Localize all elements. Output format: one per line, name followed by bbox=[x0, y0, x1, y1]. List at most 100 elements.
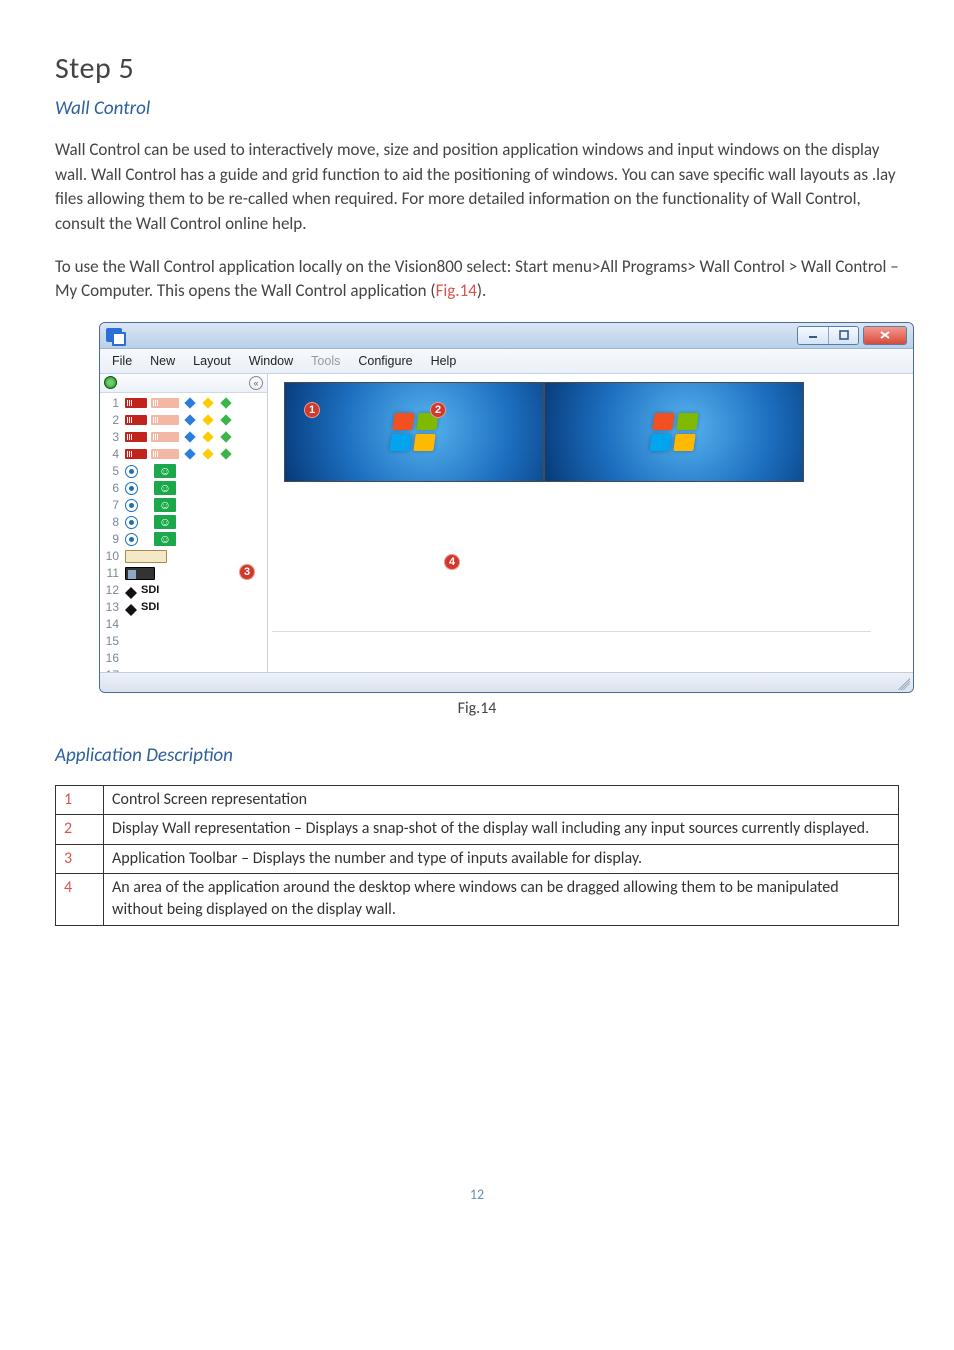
row-num: 4 bbox=[103, 447, 121, 461]
source-row[interactable]: 12 SDI bbox=[100, 582, 267, 599]
cell-desc: An area of the application around the de… bbox=[104, 874, 899, 926]
source-row[interactable]: 1 bbox=[100, 395, 267, 412]
menu-window[interactable]: Window bbox=[241, 352, 301, 370]
diamond-icon bbox=[220, 449, 231, 460]
screen-2[interactable] bbox=[544, 382, 804, 482]
cell-desc: Display Wall representation – Displays a… bbox=[104, 815, 899, 844]
sdi-icon bbox=[125, 581, 137, 593]
maximize-button[interactable] bbox=[828, 327, 858, 344]
pill-icon bbox=[125, 567, 155, 580]
scale-icon bbox=[125, 449, 147, 459]
table-row: 1 Control Screen representation bbox=[56, 785, 899, 814]
figure-14: File New Layout Window Tools Configure H… bbox=[99, 322, 914, 693]
paragraph-1: Wall Control can be used to interactivel… bbox=[55, 138, 899, 237]
source-row[interactable]: 5 bbox=[100, 463, 267, 480]
page-number: 12 bbox=[55, 1186, 899, 1203]
scale-icon bbox=[125, 432, 147, 442]
display-wall[interactable] bbox=[284, 382, 865, 482]
row-num: 6 bbox=[103, 481, 121, 495]
status-dot-icon bbox=[104, 376, 117, 389]
source-row[interactable]: 10 bbox=[100, 548, 267, 565]
status-bar bbox=[100, 672, 913, 692]
bullseye-icon bbox=[125, 499, 138, 512]
toolbar-header[interactable]: « bbox=[100, 374, 267, 393]
scale-icon bbox=[151, 432, 179, 442]
window-controls bbox=[793, 326, 907, 345]
face-icon bbox=[154, 532, 176, 546]
diamond-icon bbox=[202, 432, 213, 443]
diamond-icon bbox=[220, 432, 231, 443]
wall-canvas[interactable]: 1 2 4 bbox=[268, 374, 913, 672]
diamond-icon bbox=[184, 415, 195, 426]
bullseye-icon bbox=[125, 482, 138, 495]
source-row[interactable]: 9 bbox=[100, 531, 267, 548]
callout-2: 2 bbox=[430, 402, 446, 418]
row-num: 2 bbox=[103, 413, 121, 427]
cell-desc: Control Screen representation bbox=[104, 785, 899, 814]
row-num: 11 bbox=[103, 566, 121, 580]
close-button[interactable] bbox=[864, 327, 906, 344]
source-row[interactable]: 2 bbox=[100, 412, 267, 429]
bullseye-icon bbox=[125, 465, 138, 478]
row-num: 13 bbox=[103, 600, 121, 614]
menu-layout[interactable]: Layout bbox=[185, 352, 239, 370]
menu-new[interactable]: New bbox=[142, 352, 183, 370]
row-num: 3 bbox=[103, 430, 121, 444]
row-num: 15 bbox=[103, 634, 121, 648]
source-row[interactable]: 7 bbox=[100, 497, 267, 514]
description-table: 1 Control Screen representation 2 Displa… bbox=[55, 785, 899, 926]
menu-file[interactable]: File bbox=[104, 352, 140, 370]
paragraph-2b: ). bbox=[477, 280, 486, 301]
collapse-icon[interactable]: « bbox=[249, 376, 263, 390]
diamond-icon bbox=[220, 398, 231, 409]
window-body: « 1 2 3 4 5 6 7 8 9 10 11 12SDI 13SDI 14 bbox=[100, 374, 913, 672]
app-window: File New Layout Window Tools Configure H… bbox=[99, 322, 914, 693]
row-num: 8 bbox=[103, 515, 121, 529]
section-app-description: Application Description bbox=[55, 744, 899, 767]
source-row[interactable]: 3 bbox=[100, 429, 267, 446]
scale-icon bbox=[125, 398, 147, 408]
sdi-label: SDI bbox=[141, 584, 159, 596]
source-row[interactable]: 13 SDI bbox=[100, 599, 267, 616]
menu-tools[interactable]: Tools bbox=[303, 352, 348, 370]
diamond-icon bbox=[184, 432, 195, 443]
callout-3: 3 bbox=[239, 564, 255, 580]
table-row: 3 Application Toolbar – Displays the num… bbox=[56, 844, 899, 873]
toolbar-rows: 1 2 3 4 5 6 7 8 9 10 11 12SDI 13SDI 14 1… bbox=[100, 393, 267, 672]
window-titlebar[interactable] bbox=[100, 323, 913, 349]
diamond-icon bbox=[202, 415, 213, 426]
table-row: 4 An area of the application around the … bbox=[56, 874, 899, 926]
fig-ref-14: Fig.14 bbox=[436, 280, 477, 301]
minimize-button[interactable] bbox=[798, 327, 828, 344]
figure-caption: Fig.14 bbox=[55, 699, 899, 718]
face-icon bbox=[154, 515, 176, 529]
source-row[interactable]: 8 bbox=[100, 514, 267, 531]
source-row[interactable]: 16 bbox=[100, 650, 267, 667]
source-row[interactable]: 15 bbox=[100, 633, 267, 650]
canvas-divider bbox=[272, 631, 871, 632]
screen-1[interactable] bbox=[284, 382, 544, 482]
row-num: 7 bbox=[103, 498, 121, 512]
menu-bar: File New Layout Window Tools Configure H… bbox=[100, 349, 913, 374]
callout-1: 1 bbox=[304, 402, 320, 418]
menu-help[interactable]: Help bbox=[423, 352, 465, 370]
diamond-icon bbox=[220, 415, 231, 426]
sdi-label: SDI bbox=[141, 601, 159, 613]
paragraph-2: To use the Wall Control application loca… bbox=[55, 255, 899, 304]
pill-icon bbox=[125, 550, 167, 563]
scale-icon bbox=[151, 398, 179, 408]
diamond-icon bbox=[202, 449, 213, 460]
table-row: 2 Display Wall representation – Displays… bbox=[56, 815, 899, 844]
cell-num: 4 bbox=[56, 874, 104, 926]
row-num: 12 bbox=[103, 583, 121, 597]
row-num: 9 bbox=[103, 532, 121, 546]
section-wall-control: Wall Control bbox=[55, 97, 899, 120]
cell-num: 2 bbox=[56, 815, 104, 844]
source-row[interactable]: 6 bbox=[100, 480, 267, 497]
windows-logo-icon bbox=[649, 413, 698, 451]
row-num: 16 bbox=[103, 651, 121, 665]
row-num: 5 bbox=[103, 464, 121, 478]
source-row[interactable]: 4 bbox=[100, 446, 267, 463]
face-icon bbox=[154, 481, 176, 495]
menu-configure[interactable]: Configure bbox=[350, 352, 420, 370]
